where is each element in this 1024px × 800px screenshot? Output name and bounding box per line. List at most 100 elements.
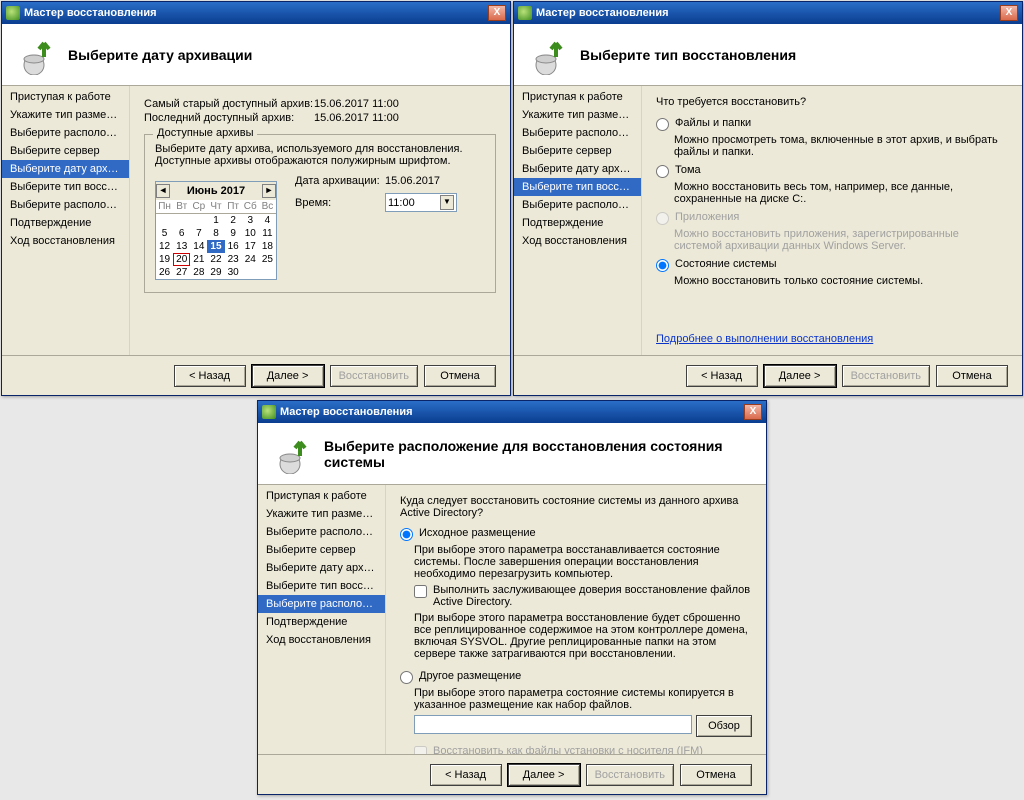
cancel-button[interactable]: Отмена <box>680 764 752 786</box>
sidebar-step[interactable]: Выберите сервер <box>514 142 641 160</box>
cal-day[interactable]: 25 <box>259 253 276 266</box>
close-icon[interactable]: X <box>1000 5 1018 21</box>
sidebar-step[interactable]: Выберите дату архив... <box>2 160 129 178</box>
cal-day[interactable]: 5 <box>156 227 173 240</box>
sidebar-step[interactable]: Выберите тип восста... <box>2 178 129 196</box>
sidebar-step[interactable]: Приступая к работе <box>514 88 641 106</box>
cal-day[interactable]: 15 <box>207 240 224 253</box>
sidebar-step[interactable]: Приступая к работе <box>258 487 385 505</box>
cal-day[interactable]: 9 <box>225 227 242 240</box>
titlebar[interactable]: Мастер восстановления X <box>258 401 766 423</box>
next-button[interactable]: Далее > <box>508 764 580 786</box>
sidebar-step[interactable]: Укажите тип размещ... <box>2 106 129 124</box>
sidebar-step[interactable]: Подтверждение <box>514 214 641 232</box>
back-button[interactable]: < Назад <box>174 365 246 387</box>
sidebar-step[interactable]: Выберите располож... <box>258 523 385 541</box>
sidebar-step[interactable]: Ход восстановления <box>2 232 129 250</box>
close-icon[interactable]: X <box>488 5 506 21</box>
radio-input[interactable] <box>400 671 413 684</box>
cal-day[interactable]: 21 <box>190 253 207 266</box>
sidebar-step[interactable]: Выберите тип восста... <box>514 178 641 196</box>
cal-day[interactable]: 1 <box>207 214 224 227</box>
back-button[interactable]: < Назад <box>686 365 758 387</box>
next-button[interactable]: Далее > <box>252 365 324 387</box>
cal-day[interactable]: 8 <box>207 227 224 240</box>
sidebar-step[interactable]: Ход восстановления <box>514 232 641 250</box>
calendar[interactable]: ◄ Июнь 2017 ► ПнВтСрЧтПтСбВс 12345678910… <box>155 181 277 280</box>
cal-day[interactable]: 23 <box>225 253 242 266</box>
wizard-window-location: Мастер восстановления X Выберите располо… <box>257 400 767 795</box>
radio-original-location[interactable]: Исходное размещение <box>400 527 752 541</box>
app-icon <box>6 6 20 20</box>
sidebar-step[interactable]: Выберите сервер <box>2 142 129 160</box>
time-combobox[interactable]: 11:00 ▼ <box>385 193 457 212</box>
titlebar[interactable]: Мастер восстановления X <box>514 2 1022 24</box>
cal-day[interactable]: 19 <box>156 253 173 266</box>
learn-more-link[interactable]: Подробнее о выполнении восстановления <box>656 333 873 345</box>
sidebar-step[interactable]: Выберите располож... <box>514 124 641 142</box>
radio-input[interactable] <box>656 118 669 131</box>
chevron-down-icon[interactable]: ▼ <box>440 195 454 210</box>
cal-prev-month[interactable]: ◄ <box>156 184 170 198</box>
cal-day[interactable]: 10 <box>242 227 259 240</box>
cal-next-month[interactable]: ► <box>262 184 276 198</box>
app-icon <box>518 6 532 20</box>
sidebar-step[interactable]: Подтверждение <box>2 214 129 232</box>
sidebar-step[interactable]: Укажите тип размещ... <box>514 106 641 124</box>
authoritative-restore-checkbox[interactable]: Выполнить заслуживающее доверия восстано… <box>414 584 752 608</box>
sidebar-step[interactable]: Выберите дату архив... <box>258 559 385 577</box>
cancel-button[interactable]: Отмена <box>936 365 1008 387</box>
checkbox-input[interactable] <box>414 585 427 598</box>
cal-day[interactable]: 30 <box>225 266 242 279</box>
cal-day[interactable]: 11 <box>259 227 276 240</box>
cal-day[interactable]: 3 <box>242 214 259 227</box>
cal-day[interactable]: 16 <box>225 240 242 253</box>
cal-day[interactable]: 29 <box>207 266 224 279</box>
sidebar-step[interactable]: Подтверждение <box>258 613 385 631</box>
sidebar-step[interactable]: Выберите располож... <box>258 595 385 613</box>
restore-type-option[interactable]: Тома <box>656 164 1008 178</box>
cal-day[interactable]: 26 <box>156 266 173 279</box>
titlebar[interactable]: Мастер восстановления X <box>2 2 510 24</box>
sidebar-step[interactable]: Выберите располож... <box>2 196 129 214</box>
cal-day[interactable]: 7 <box>190 227 207 240</box>
cal-day[interactable]: 22 <box>207 253 224 266</box>
cal-day[interactable]: 28 <box>190 266 207 279</box>
sidebar-step[interactable]: Выберите располож... <box>514 196 641 214</box>
location-question: Куда следует восстановить состояние сист… <box>400 495 752 519</box>
sidebar-step[interactable]: Выберите сервер <box>258 541 385 559</box>
cal-day[interactable]: 20 <box>173 253 190 266</box>
radio-input[interactable] <box>400 528 413 541</box>
cal-day[interactable]: 4 <box>259 214 276 227</box>
cal-day-of-week: Пн <box>156 200 173 214</box>
cal-day[interactable]: 17 <box>242 240 259 253</box>
sidebar-step[interactable]: Выберите располож... <box>2 124 129 142</box>
cancel-button[interactable]: Отмена <box>424 365 496 387</box>
cal-day[interactable]: 12 <box>156 240 173 253</box>
radio-input[interactable] <box>656 259 669 272</box>
radio-input[interactable] <box>656 165 669 178</box>
cal-day[interactable]: 14 <box>190 240 207 253</box>
restore-type-option[interactable]: Файлы и папки <box>656 117 1008 131</box>
sidebar-step[interactable]: Укажите тип размещ... <box>258 505 385 523</box>
cal-day[interactable]: 27 <box>173 266 190 279</box>
sidebar-step[interactable]: Выберите тип восста... <box>258 577 385 595</box>
back-button[interactable]: < Назад <box>430 764 502 786</box>
cal-day-of-week: Вт <box>173 200 190 214</box>
browse-button[interactable]: Обзор <box>696 715 752 737</box>
sidebar-step[interactable]: Ход восстановления <box>258 631 385 649</box>
wizard-header: Выберите расположение для восстановления… <box>258 423 766 485</box>
next-button[interactable]: Далее > <box>764 365 836 387</box>
alt-location-path[interactable] <box>414 715 692 734</box>
radio-alt-location[interactable]: Другое размещение <box>400 670 752 684</box>
cal-day[interactable]: 13 <box>173 240 190 253</box>
restore-type-option[interactable]: Состояние системы <box>656 258 1008 272</box>
cal-day[interactable]: 18 <box>259 240 276 253</box>
cal-day[interactable]: 6 <box>173 227 190 240</box>
cal-day[interactable]: 2 <box>225 214 242 227</box>
fieldset-desc: Выберите дату архива, используемого для … <box>155 143 485 167</box>
close-icon[interactable]: X <box>744 404 762 420</box>
sidebar-step[interactable]: Выберите дату архив... <box>514 160 641 178</box>
cal-day[interactable]: 24 <box>242 253 259 266</box>
sidebar-step[interactable]: Приступая к работе <box>2 88 129 106</box>
